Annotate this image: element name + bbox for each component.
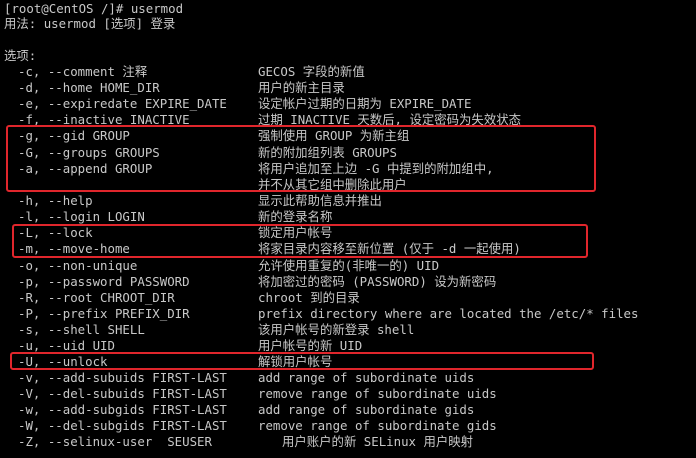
option-description: GECOS 字段的新值 [258, 64, 365, 79]
option-description: 显示此帮助信息并推出 [258, 193, 382, 208]
option-flag: -u, --uid UID [18, 338, 115, 353]
option-description: 将家目录内容移至新位置 (仅于 -d 一起使用) [258, 241, 521, 256]
option-description: 用户帐号的新 UID [258, 338, 363, 353]
option-flag: -c, --comment 注释 [18, 64, 148, 79]
option-description: add range of subordinate gids [258, 402, 475, 417]
option-flag: -v, --add-subuids FIRST-LAST [18, 370, 227, 385]
option-description: 该用户帐号的新登录 shell [258, 322, 415, 337]
shell-prompt-line: [root@CentOS /]# usermod [4, 1, 184, 16]
terminal-window[interactable]: [root@CentOS /]# usermod 用法: usermod [选项… [0, 0, 696, 458]
option-flag: -p, --password PASSWORD [18, 274, 190, 289]
option-flag: -g, --gid GROUP [18, 128, 130, 143]
option-description: prefix directory where are located the /… [258, 306, 639, 321]
usage-line: 用法: usermod [选项] 登录 [4, 16, 176, 31]
option-description: 并不从其它组中删除此用户 [258, 177, 407, 192]
option-flag: -e, --expiredate EXPIRE_DATE [18, 96, 227, 111]
option-flag: -l, --login LOGIN [18, 209, 145, 224]
option-description: 新的登录名称 [258, 209, 333, 224]
option-description: 新的附加组列表 GROUPS [258, 145, 397, 160]
option-flag: -W, --del-subgids FIRST-LAST [18, 418, 227, 433]
options-header: 选项: [4, 48, 37, 63]
option-description: 用户的新主目录 [258, 80, 345, 95]
option-description: add range of subordinate uids [258, 370, 475, 385]
option-description: 允许使用重复的(非唯一的) UID [258, 258, 440, 273]
option-flag: -o, --non-unique [18, 258, 138, 273]
option-flag: -a, --append GROUP [18, 161, 153, 176]
option-flag: -U, --unlock [18, 354, 108, 369]
option-flag: -P, --prefix PREFIX_DIR [18, 306, 190, 321]
option-description: remove range of subordinate uids [258, 386, 497, 401]
option-flag: -V, --del-subuids FIRST-LAST [18, 386, 227, 401]
option-flag: -R, --root CHROOT_DIR [18, 290, 175, 305]
option-flag: -h, --help [18, 193, 93, 208]
option-description: 用户账户的新 SELinux 用户映射 [282, 434, 474, 449]
option-description: 过期 INACTIVE 天数后, 设定密码为失效状态 [258, 112, 521, 127]
option-flag: -s, --shell SHELL [18, 322, 145, 337]
option-description: 将用户追加至上边 -G 中提到的附加组中, [258, 161, 494, 176]
option-description: 强制使用 GROUP 为新主组 [258, 128, 410, 143]
option-description: 解锁用户帐号 [258, 354, 333, 369]
option-flag: -f, --inactive INACTIVE [18, 112, 190, 127]
option-flag: -m, --move-home [18, 241, 130, 256]
option-description: 锁定用户帐号 [258, 225, 333, 240]
option-description: remove range of subordinate gids [258, 418, 497, 433]
option-flag: -w, --add-subgids FIRST-LAST [18, 402, 227, 417]
option-flag: -L, --lock [18, 225, 93, 240]
option-description: chroot 到的目录 [258, 290, 360, 305]
option-description: 将加密过的密码 (PASSWORD) 设为新密码 [258, 274, 497, 289]
option-description: 设定帐户过期的日期为 EXPIRE_DATE [258, 96, 472, 111]
option-flag: -Z, --selinux-user SEUSER [18, 434, 212, 449]
option-flag: -G, --groups GROUPS [18, 145, 160, 160]
option-flag: -d, --home HOME_DIR [18, 80, 160, 95]
